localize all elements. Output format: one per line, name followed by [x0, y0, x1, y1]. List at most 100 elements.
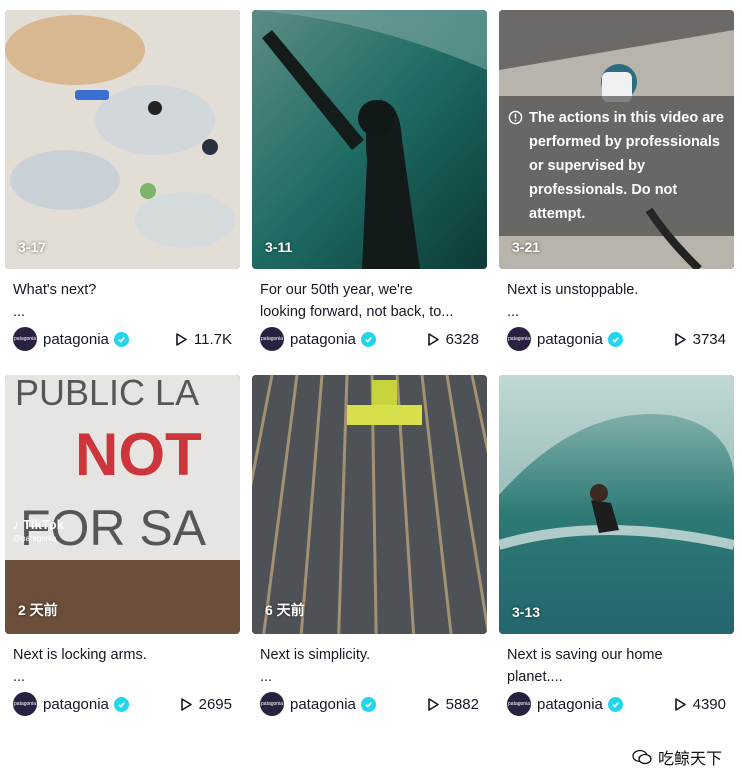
- thumbnail-image: [499, 375, 734, 634]
- description-more: ...: [13, 304, 26, 320]
- thumbnail-image: PUBLIC LA NOT FOR SA: [5, 375, 240, 634]
- view-count: 4390: [674, 695, 726, 713]
- video-description[interactable]: For our 50th year, we're looking forward…: [252, 279, 487, 323]
- view-count-text: 4390: [692, 695, 726, 713]
- avatar-text: patagonia: [261, 701, 283, 707]
- verified-check-icon: [360, 331, 376, 347]
- video-card[interactable]: 3-17 What's next? ... patagonia patagoni…: [5, 10, 240, 353]
- avatar[interactable]: patagonia: [13, 692, 37, 716]
- play-icon: [427, 332, 439, 346]
- username-link[interactable]: patagonia: [290, 331, 356, 348]
- description-line: Next is locking arms.: [13, 647, 147, 663]
- view-count-text: 2695: [198, 695, 232, 713]
- view-count-text: 6328: [445, 330, 479, 348]
- video-thumbnail[interactable]: 6 天前: [252, 375, 487, 634]
- tiktok-note-icon: ♪: [13, 517, 20, 532]
- description-more: ...: [260, 669, 273, 685]
- upload-date: 3-17: [18, 239, 47, 255]
- video-card[interactable]: 3-11 For our 50th year, we're looking fo…: [252, 10, 487, 353]
- tiktok-watermark: ♪ TikTok @patagonia: [13, 517, 64, 543]
- description-more: ...: [13, 669, 26, 685]
- view-count: 3734: [674, 330, 726, 348]
- video-meta: patagonia patagonia 4390: [499, 690, 734, 718]
- thumbnail-image: [252, 375, 487, 634]
- upload-date: 6 天前: [265, 602, 305, 618]
- description-line: What's next?: [13, 282, 97, 298]
- avatar-text: patagonia: [261, 336, 283, 342]
- username-link[interactable]: patagonia: [537, 696, 603, 713]
- description-more: planet....: [507, 669, 563, 685]
- watermark-handle: @patagonia: [13, 534, 57, 543]
- video-thumbnail[interactable]: 3-11: [252, 10, 487, 269]
- wechat-watermark-text: 吃鲸天下: [657, 751, 722, 768]
- username-link[interactable]: patagonia: [290, 696, 356, 713]
- video-card[interactable]: 6 天前 Next is simplicity. ... patagonia p…: [252, 375, 487, 718]
- view-count-text: 3734: [692, 330, 726, 348]
- avatar-text: patagonia: [14, 336, 36, 342]
- video-description[interactable]: What's next? ...: [5, 279, 240, 323]
- avatar-text: patagonia: [508, 336, 530, 342]
- description-more: ...: [507, 304, 520, 320]
- watermark-brand: TikTok: [23, 517, 64, 532]
- video-meta: patagonia patagonia 5882: [252, 690, 487, 718]
- verified-check-icon: [607, 696, 623, 712]
- video-card[interactable]: PUBLIC LA NOT FOR SA ♪ TikTok @patagonia…: [5, 375, 240, 718]
- video-description[interactable]: Next is locking arms. ...: [5, 644, 240, 688]
- avatar-text: patagonia: [508, 701, 530, 707]
- warning-text: The actions in this video are performed …: [529, 110, 724, 222]
- content-warning: The actions in this video are performed …: [499, 96, 734, 236]
- description-line: Next is simplicity.: [260, 647, 371, 663]
- username-link[interactable]: patagonia: [537, 331, 603, 348]
- video-meta: patagonia patagonia 11.7K: [5, 325, 240, 353]
- thumbnail-image: [5, 10, 240, 269]
- avatar-text: patagonia: [14, 701, 36, 707]
- wechat-icon: [632, 749, 652, 765]
- play-icon: [674, 332, 686, 346]
- video-thumbnail[interactable]: 3-13: [499, 375, 734, 634]
- username-link[interactable]: patagonia: [43, 331, 109, 348]
- view-count: 6328: [427, 330, 479, 348]
- view-count: 5882: [427, 695, 479, 713]
- play-icon: [180, 697, 192, 711]
- view-count-text: 11.7K: [193, 330, 232, 348]
- video-card[interactable]: The actions in this video are performed …: [499, 10, 734, 353]
- play-icon: [176, 332, 187, 346]
- description-line: Next is saving our home: [507, 647, 663, 663]
- username-link[interactable]: patagonia: [43, 696, 109, 713]
- video-description[interactable]: Next is simplicity. ...: [252, 644, 487, 688]
- play-icon: [674, 697, 686, 711]
- description-line: Next is unstoppable.: [507, 282, 639, 298]
- video-thumbnail[interactable]: PUBLIC LA NOT FOR SA ♪ TikTok @patagonia…: [5, 375, 240, 634]
- upload-date: 3-11: [265, 239, 293, 255]
- video-description[interactable]: Next is unstoppable. ...: [499, 279, 734, 323]
- verified-check-icon: [113, 331, 129, 347]
- wechat-watermark: 吃鲸天下: [632, 745, 722, 769]
- video-thumbnail[interactable]: The actions in this video are performed …: [499, 10, 734, 269]
- thumbnail-image: [252, 10, 487, 269]
- video-meta: patagonia patagonia 2695: [5, 690, 240, 718]
- avatar[interactable]: patagonia: [260, 327, 284, 351]
- svg-text:NOT: NOT: [75, 421, 202, 488]
- upload-date: 3-13: [512, 604, 541, 620]
- video-meta: patagonia patagonia 6328: [252, 325, 487, 353]
- avatar[interactable]: patagonia: [507, 692, 531, 716]
- video-description[interactable]: Next is saving our home planet....: [499, 644, 734, 688]
- verified-check-icon: [113, 696, 129, 712]
- view-count-text: 5882: [445, 695, 479, 713]
- avatar[interactable]: patagonia: [507, 327, 531, 351]
- verified-check-icon: [360, 696, 376, 712]
- upload-date: 3-21: [512, 239, 541, 255]
- view-count: 2695: [180, 695, 232, 713]
- info-circle-icon: [508, 110, 523, 125]
- video-thumbnail[interactable]: 3-17: [5, 10, 240, 269]
- avatar[interactable]: patagonia: [13, 327, 37, 351]
- avatar[interactable]: patagonia: [260, 692, 284, 716]
- svg-text:PUBLIC LA: PUBLIC LA: [15, 375, 199, 413]
- play-icon: [427, 697, 439, 711]
- video-meta: patagonia patagonia 3734: [499, 325, 734, 353]
- description-line: For our 50th year, we're: [260, 282, 413, 298]
- upload-date: 2 天前: [18, 602, 58, 618]
- verified-check-icon: [607, 331, 623, 347]
- description-line: looking forward, not back, to...: [260, 304, 454, 320]
- video-card[interactable]: 3-13 Next is saving our home planet.... …: [499, 375, 734, 718]
